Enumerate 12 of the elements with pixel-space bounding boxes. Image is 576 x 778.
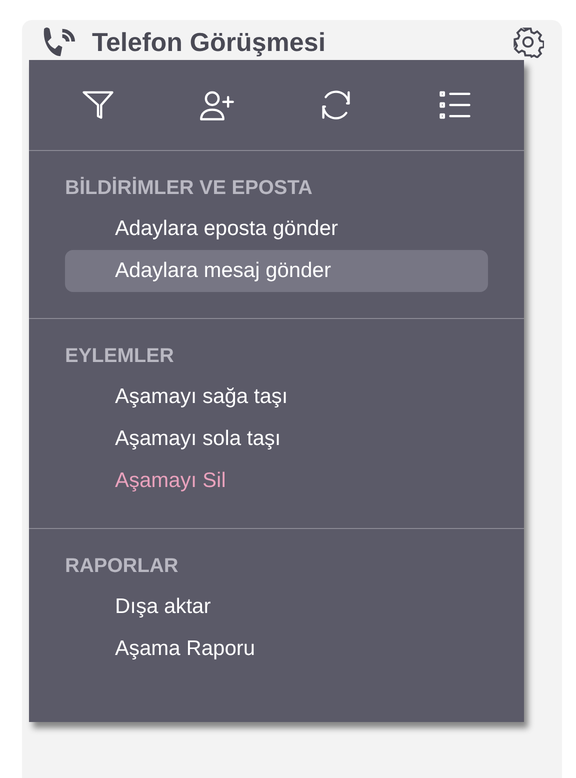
menu-item[interactable]: Dışa aktar xyxy=(65,586,488,628)
card-title: Telefon Görüşmesi xyxy=(92,26,327,58)
menu-item[interactable]: Adaylara mesaj gönder xyxy=(65,250,488,292)
phone-icon xyxy=(42,27,78,57)
menu-item[interactable]: Aşama Raporu xyxy=(65,628,488,670)
settings-icon[interactable] xyxy=(512,26,544,58)
menu-item[interactable]: Aşamayı sağa taşı xyxy=(65,376,488,418)
section-heading: BİLDİRİMLER VE EPOSTA xyxy=(65,177,314,200)
menu-item[interactable]: Adaylara eposta gönder xyxy=(65,208,488,250)
section-heading: RAPORLAR xyxy=(65,555,180,578)
menu-item[interactable]: Aşamayı sola taşı xyxy=(65,418,488,460)
section-heading: EYLEMLER xyxy=(65,345,175,368)
